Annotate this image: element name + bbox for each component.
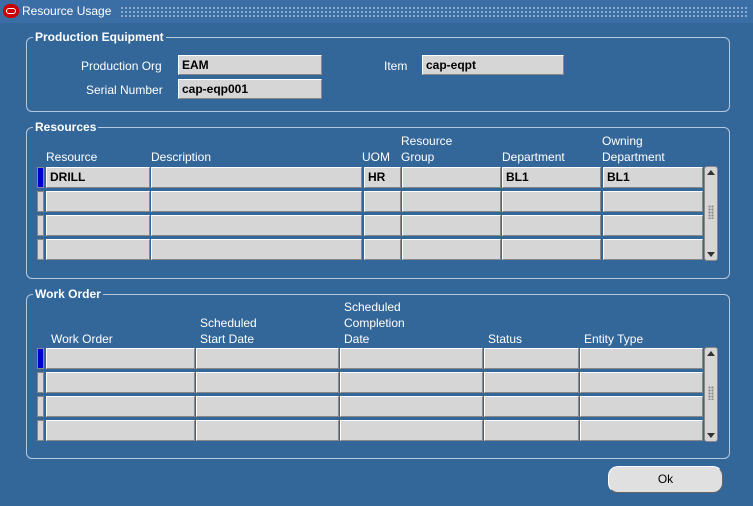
row-selector[interactable]: [37, 167, 44, 188]
table-cell-resource[interactable]: [46, 191, 150, 212]
resource-group-header-line1: Resource: [401, 134, 453, 148]
table-cell-uom[interactable]: [364, 191, 401, 212]
table-cell-completion-date[interactable]: [340, 420, 483, 441]
table-cell-resource[interactable]: DRILL: [46, 167, 150, 188]
completion-date-header-line1: Scheduled: [344, 300, 401, 314]
production-org-field[interactable]: EAM: [178, 55, 322, 75]
title-bar[interactable]: Resource Usage: [0, 0, 753, 23]
table-cell-completion-date[interactable]: [340, 348, 483, 369]
table-cell-owning-department[interactable]: BL1: [603, 167, 703, 188]
table-cell-resource-group[interactable]: [402, 239, 501, 260]
table-cell-department[interactable]: [502, 239, 601, 260]
table-cell-start-date[interactable]: [196, 372, 339, 393]
row-selector[interactable]: [37, 239, 44, 260]
table-cell-start-date[interactable]: [196, 396, 339, 417]
resource-column-header: Resource: [46, 150, 98, 164]
scroll-down-arrow-icon[interactable]: [707, 252, 715, 257]
table-cell-completion-date[interactable]: [340, 396, 483, 417]
table-cell-entity-type[interactable]: [580, 396, 703, 417]
row-selector[interactable]: [37, 191, 44, 212]
table-cell-completion-date[interactable]: [340, 372, 483, 393]
start-date-header-line2: Start Date: [200, 332, 255, 346]
row-selector[interactable]: [37, 372, 44, 393]
window-client-area: Production Equipment Production Org EAM …: [3, 23, 750, 503]
table-cell-work-order[interactable]: [46, 372, 195, 393]
department-column-header: Department: [502, 150, 565, 164]
completion-date-header-line2: Completion: [344, 316, 405, 330]
item-label: Item: [384, 59, 408, 73]
row-selector[interactable]: [37, 348, 44, 369]
work-order-title: Work Order: [33, 287, 103, 301]
resources-scrollbar[interactable]: [704, 166, 718, 261]
table-cell-uom[interactable]: [364, 215, 401, 236]
serial-number-label: Serial Number: [86, 83, 163, 97]
table-cell-description[interactable]: [151, 167, 362, 188]
work-order-scrollbar[interactable]: [704, 347, 718, 442]
table-cell-resource-group[interactable]: [402, 215, 501, 236]
table-cell-owning-department[interactable]: [603, 215, 703, 236]
table-cell-work-order[interactable]: [46, 396, 195, 417]
row-selector[interactable]: [37, 396, 44, 417]
owning-department-header-line1: Owning: [602, 134, 643, 148]
table-cell-status[interactable]: [484, 396, 579, 417]
table-cell-description[interactable]: [151, 191, 362, 212]
title-bar-grip: [120, 6, 749, 17]
description-column-header: Description: [151, 150, 212, 164]
resource-usage-window: Resource Usage Production Equipment Prod…: [0, 0, 753, 506]
row-selector[interactable]: [37, 215, 44, 236]
table-cell-entity-type[interactable]: [580, 372, 703, 393]
table-cell-start-date[interactable]: [196, 420, 339, 441]
status-column-header: Status: [488, 332, 523, 346]
table-cell-status[interactable]: [484, 420, 579, 441]
table-cell-department[interactable]: [502, 215, 601, 236]
table-cell-owning-department[interactable]: [603, 239, 703, 260]
serial-number-field[interactable]: cap-eqp001: [178, 79, 322, 99]
oracle-logo-icon: [3, 4, 19, 18]
resource-group-header-line2: Group: [401, 150, 435, 164]
table-cell-entity-type[interactable]: [580, 420, 703, 441]
uom-column-header: UOM: [362, 150, 390, 164]
table-cell-owning-department[interactable]: [603, 191, 703, 212]
production-equipment-title: Production Equipment: [33, 30, 166, 44]
owning-department-header-line2: Department: [602, 150, 665, 164]
table-cell-description[interactable]: [151, 239, 362, 260]
scroll-up-arrow-icon[interactable]: [707, 170, 715, 175]
scroll-thumb-grip-icon: [708, 205, 714, 219]
table-cell-status[interactable]: [484, 348, 579, 369]
table-cell-status[interactable]: [484, 372, 579, 393]
entity-type-column-header: Entity Type: [584, 332, 644, 346]
production-org-label: Production Org: [81, 59, 162, 73]
completion-date-header-line3: Date: [344, 332, 370, 346]
table-cell-work-order[interactable]: [46, 348, 195, 369]
table-cell-uom[interactable]: HR: [364, 167, 401, 188]
scroll-down-arrow-icon[interactable]: [707, 433, 715, 438]
resources-title: Resources: [33, 120, 99, 134]
table-cell-resource[interactable]: [46, 239, 150, 260]
window-title: Resource Usage: [22, 4, 112, 18]
table-cell-uom[interactable]: [364, 239, 401, 260]
table-cell-department[interactable]: [502, 191, 601, 212]
table-cell-entity-type[interactable]: [580, 348, 703, 369]
scroll-up-arrow-icon[interactable]: [707, 351, 715, 356]
production-equipment-group: [26, 37, 730, 112]
scroll-thumb-grip-icon: [708, 386, 714, 400]
start-date-header-line1: Scheduled: [200, 316, 257, 330]
row-selector[interactable]: [37, 420, 44, 441]
table-cell-resource[interactable]: [46, 215, 150, 236]
table-cell-start-date[interactable]: [196, 348, 339, 369]
ok-button[interactable]: Ok: [608, 466, 723, 493]
table-cell-resource-group[interactable]: [402, 191, 501, 212]
table-cell-work-order[interactable]: [46, 420, 195, 441]
table-cell-resource-group[interactable]: [402, 167, 501, 188]
item-field[interactable]: cap-eqpt: [422, 55, 564, 75]
table-cell-department[interactable]: BL1: [502, 167, 601, 188]
table-cell-description[interactable]: [151, 215, 362, 236]
work-order-column-header: Work Order: [51, 332, 113, 346]
